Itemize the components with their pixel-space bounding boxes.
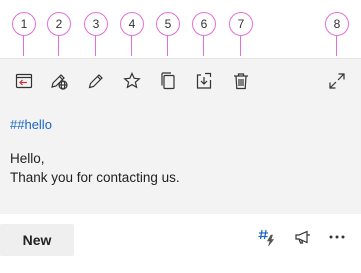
callout-3: 3: [84, 12, 108, 56]
callout-number: 4: [120, 12, 144, 36]
callout-leader-line: [240, 36, 241, 56]
edit-web-icon: [49, 71, 69, 96]
callout-leader-line: [167, 36, 168, 56]
message-line: Thank you for contacting us.: [10, 170, 180, 185]
favorite-button[interactable]: [120, 71, 144, 95]
edit-button[interactable]: [84, 71, 108, 95]
hashtag-lightning-button[interactable]: [256, 228, 278, 250]
message-panel: ##hello Hello, Thank you for contacting …: [0, 58, 361, 215]
download-to-tray-icon: [194, 71, 214, 96]
callout-leader-line: [131, 36, 132, 56]
callout-leader-line: [336, 36, 337, 56]
hashtag-lightning-icon: [257, 227, 277, 252]
callout-4: 4: [120, 12, 144, 56]
announcement-button[interactable]: [292, 228, 314, 250]
new-button[interactable]: New: [0, 224, 74, 256]
copy-icon: [158, 71, 178, 96]
callout-7: 7: [229, 12, 253, 56]
callout-1: 1: [12, 12, 36, 56]
message-body: Hello, Thank you for contacting us.: [10, 149, 180, 187]
more-options-button[interactable]: [326, 228, 348, 250]
delete-trash-icon: [231, 71, 251, 96]
callout-number: 6: [192, 12, 216, 36]
copy-button[interactable]: [156, 71, 180, 95]
callout-2: 2: [47, 12, 71, 56]
insert-message-icon: [14, 71, 34, 96]
callout-leader-line: [203, 36, 204, 56]
edit-web-button[interactable]: [47, 71, 71, 95]
callout-leader-line: [95, 36, 96, 56]
pencil-edit-icon: [86, 71, 106, 96]
insert-message-button[interactable]: [12, 71, 36, 95]
callout-leader-line: [58, 36, 59, 56]
callout-leader-line: [23, 36, 24, 56]
callout-number: 8: [325, 12, 349, 36]
callout-number: 5: [156, 12, 180, 36]
message-toolbar: [0, 59, 361, 103]
megaphone-icon: [293, 227, 313, 252]
delete-button[interactable]: [229, 71, 253, 95]
message-line: Hello,: [10, 151, 45, 166]
more-options-icon: [327, 227, 347, 252]
expand-button[interactable]: [325, 71, 349, 95]
callout-6: 6: [192, 12, 216, 56]
callout-number: 7: [229, 12, 253, 36]
callout-number: 2: [47, 12, 71, 36]
callout-8: 8: [325, 12, 349, 56]
callout-markers: 1 2 3 4 5 6 7 8: [0, 0, 361, 56]
download-button[interactable]: [192, 71, 216, 95]
callout-number: 1: [12, 12, 36, 36]
callout-number: 3: [84, 12, 108, 36]
bottom-action-bar: New: [0, 214, 361, 273]
callout-5: 5: [156, 12, 180, 56]
favorite-star-icon: [122, 71, 142, 96]
expand-icon: [327, 71, 347, 96]
hashtag-link[interactable]: ##hello: [10, 117, 52, 132]
